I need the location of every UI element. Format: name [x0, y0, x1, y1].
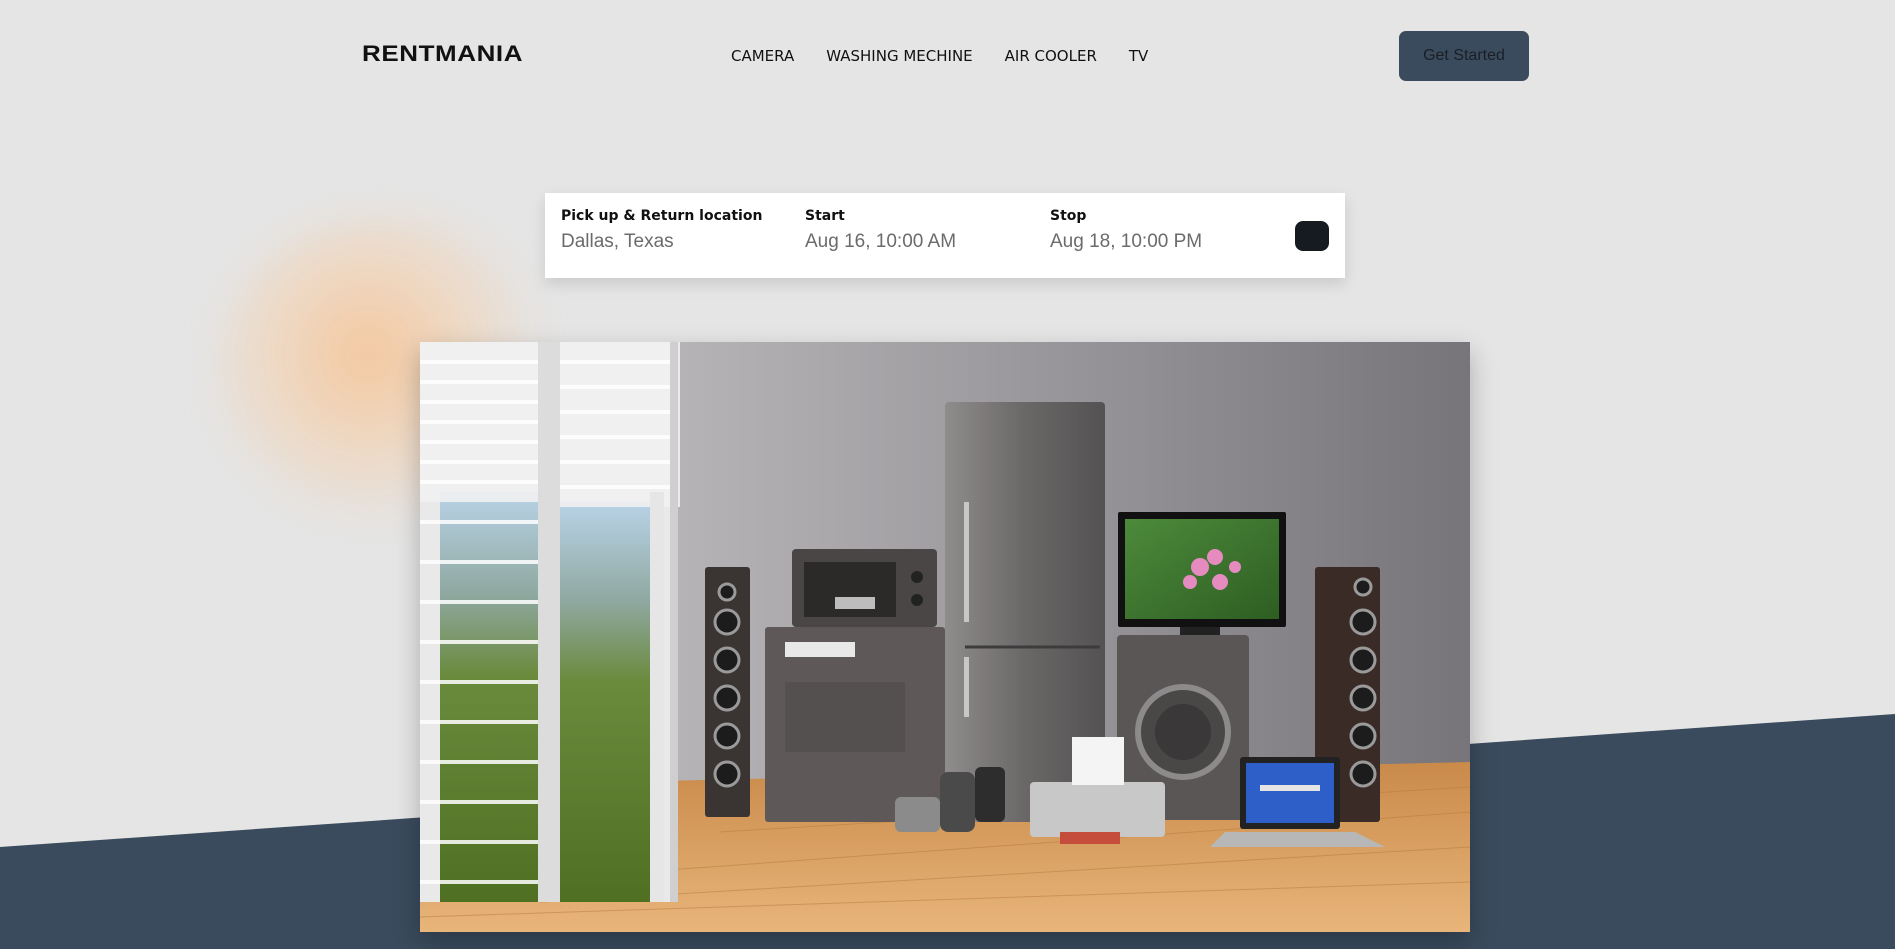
nav-link-washing-machine[interactable]: WASHING MECHINE	[826, 47, 972, 65]
nav-link-air-cooler[interactable]: AIR COOLER	[1005, 47, 1097, 65]
start-label: Start	[805, 208, 845, 224]
nav-link-camera[interactable]: CAMERA	[731, 47, 794, 65]
get-started-button[interactable]: Get Started	[1399, 31, 1529, 81]
start-field[interactable]: Start Aug 16, 10:00 AM	[805, 208, 956, 253]
brand-logo[interactable]: RENTMANIA	[362, 41, 523, 67]
start-date-input[interactable]: Aug 16, 10:00 AM	[805, 231, 956, 253]
hero-appliances-image	[420, 342, 1470, 932]
main-nav: CAMERA WASHING MECHINE AIR COOLER TV	[731, 47, 1148, 65]
nav-link-tv[interactable]: TV	[1129, 47, 1148, 65]
stop-label: Stop	[1050, 208, 1087, 224]
location-input[interactable]: Dallas, Texas	[561, 231, 762, 253]
rental-search-bar: Pick up & Return location Dallas, Texas …	[545, 193, 1345, 278]
search-button[interactable]	[1295, 221, 1329, 251]
location-label: Pick up & Return location	[561, 208, 763, 224]
stop-field[interactable]: Stop Aug 18, 10:00 PM	[1050, 208, 1202, 253]
location-field[interactable]: Pick up & Return location Dallas, Texas	[561, 208, 762, 253]
stop-date-input[interactable]: Aug 18, 10:00 PM	[1050, 231, 1202, 253]
